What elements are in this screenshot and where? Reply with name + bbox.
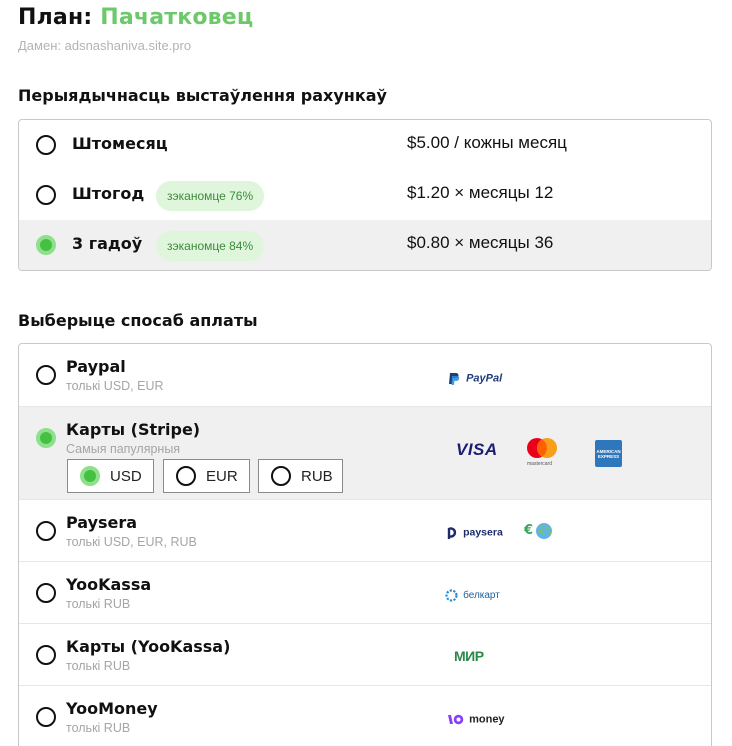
savings-badge: зэканомце 76% bbox=[156, 181, 265, 211]
radio-monthly[interactable] bbox=[36, 135, 56, 155]
billing-option-price: $0.80 × месяцы 36 bbox=[407, 233, 554, 252]
plan-prefix: План: bbox=[18, 5, 93, 30]
mastercard-wordmark: mastercard bbox=[527, 461, 553, 467]
amex-logo: AMERICAN EXPRESS bbox=[595, 440, 622, 467]
visa-logo: VISA bbox=[456, 440, 498, 460]
yoomoney-wordmark: money bbox=[469, 713, 505, 726]
belkart-logo: белкарт bbox=[445, 585, 500, 604]
radio-yoomoney[interactable] bbox=[36, 707, 56, 727]
mir-wordmark: МИР bbox=[454, 648, 484, 664]
paysera-wordmark: paysera bbox=[463, 526, 503, 539]
yoomoney-logo: money bbox=[448, 709, 505, 728]
currency-option-rub[interactable]: RUB bbox=[258, 459, 343, 493]
currency-option-eur[interactable]: EUR bbox=[163, 459, 250, 493]
billing-option-label: 3 гадоў bbox=[72, 234, 143, 253]
payment-option-name: Карты (Stripe) bbox=[66, 420, 201, 439]
payment-option-yoomoney[interactable]: YooMoney толькі RUB money bbox=[19, 685, 711, 746]
billing-option-price: $5.00 / кожны месяц bbox=[407, 133, 567, 152]
billing-option-price: $1.20 × месяцы 12 bbox=[407, 183, 554, 202]
radio-paysera[interactable] bbox=[36, 521, 56, 541]
billing-option-monthly[interactable]: Штомесяц $5.00 / кожны месяц bbox=[19, 120, 711, 171]
payment-option-note: Самыя папулярныя bbox=[66, 442, 181, 456]
billing-option-label: Штогод bbox=[72, 184, 145, 203]
radio-yearly[interactable] bbox=[36, 185, 56, 205]
domain-label: Дамен: adsnashaniva.site.pro bbox=[18, 38, 192, 53]
payment-option-name: Paypal bbox=[66, 357, 126, 376]
billing-period-box: Штомесяц $5.00 / кожны месяц Штогод зэка… bbox=[18, 119, 712, 271]
radio-currency-usd[interactable] bbox=[80, 466, 100, 486]
payment-option-note: толькі RUB bbox=[66, 721, 131, 735]
paypal-wordmark: PayPal bbox=[466, 372, 503, 385]
currency-label: USD bbox=[110, 468, 142, 485]
radio-paypal[interactable] bbox=[36, 365, 56, 385]
payment-option-yookassa[interactable]: YooKassa толькі RUB белкарт bbox=[19, 561, 711, 623]
paypal-logo: PayPal bbox=[447, 368, 502, 387]
radio-yookassa-cards[interactable] bbox=[36, 645, 56, 665]
radio-currency-eur[interactable] bbox=[176, 466, 196, 486]
payment-method-box: Paypal толькі USD, EUR PayPal Карты (Str… bbox=[18, 343, 712, 746]
mastercard-logo: mastercard bbox=[525, 437, 559, 471]
belkart-wordmark: белкарт bbox=[463, 590, 500, 601]
currency-option-usd[interactable]: USD bbox=[67, 459, 154, 493]
payment-option-note: толькі USD, EUR, RUB bbox=[66, 535, 197, 549]
payment-option-paysera[interactable]: Paysera толькі USD, EUR, RUB paysera € bbox=[19, 499, 711, 561]
payment-option-note: толькі RUB bbox=[66, 659, 131, 673]
payment-option-name: YooKassa bbox=[66, 575, 152, 594]
currency-label: EUR bbox=[206, 468, 238, 485]
euro-globe-logo: € bbox=[524, 520, 553, 540]
payment-option-paypal[interactable]: Paypal толькі USD, EUR PayPal bbox=[19, 344, 711, 406]
radio-currency-rub[interactable] bbox=[271, 466, 291, 486]
payment-option-stripe[interactable]: Карты (Stripe) Самыя папулярныя USD EUR … bbox=[19, 406, 711, 499]
billing-option-yearly[interactable]: Штогод зэканомце 76% $1.20 × месяцы 12 bbox=[19, 170, 711, 221]
payment-option-name: Paysera bbox=[66, 513, 138, 532]
visa-wordmark: VISA bbox=[456, 440, 498, 459]
radio-3-years[interactable] bbox=[36, 235, 56, 255]
billing-option-label: Штомесяц bbox=[72, 134, 168, 153]
billing-option-3-years[interactable]: 3 гадоў зэканомце 84% $0.80 × месяцы 36 bbox=[19, 220, 711, 270]
payment-option-note: толькі USD, EUR bbox=[66, 379, 164, 393]
plan-title: План: Пачатковец bbox=[18, 5, 253, 30]
radio-yookassa[interactable] bbox=[36, 583, 56, 603]
payment-option-name: Карты (YooKassa) bbox=[66, 637, 231, 656]
billing-period-title: Перыядычнасць выстаўлення рахункаў bbox=[18, 86, 387, 105]
payment-method-title: Выберыце спосаб аплаты bbox=[18, 311, 258, 330]
payment-option-yookassa-cards[interactable]: Карты (YooKassa) толькі RUB МИР bbox=[19, 623, 711, 685]
currency-label: RUB bbox=[301, 468, 333, 485]
mir-logo: МИР bbox=[454, 646, 484, 665]
amex-wordmark-bottom: EXPRESS bbox=[597, 454, 620, 459]
plan-name: Пачатковец bbox=[100, 5, 254, 30]
radio-stripe[interactable] bbox=[36, 428, 56, 448]
payment-option-note: толькі RUB bbox=[66, 597, 131, 611]
payment-option-name: YooMoney bbox=[66, 699, 158, 718]
paysera-logo: paysera bbox=[447, 522, 503, 541]
savings-badge: зэканомце 84% bbox=[156, 231, 265, 261]
